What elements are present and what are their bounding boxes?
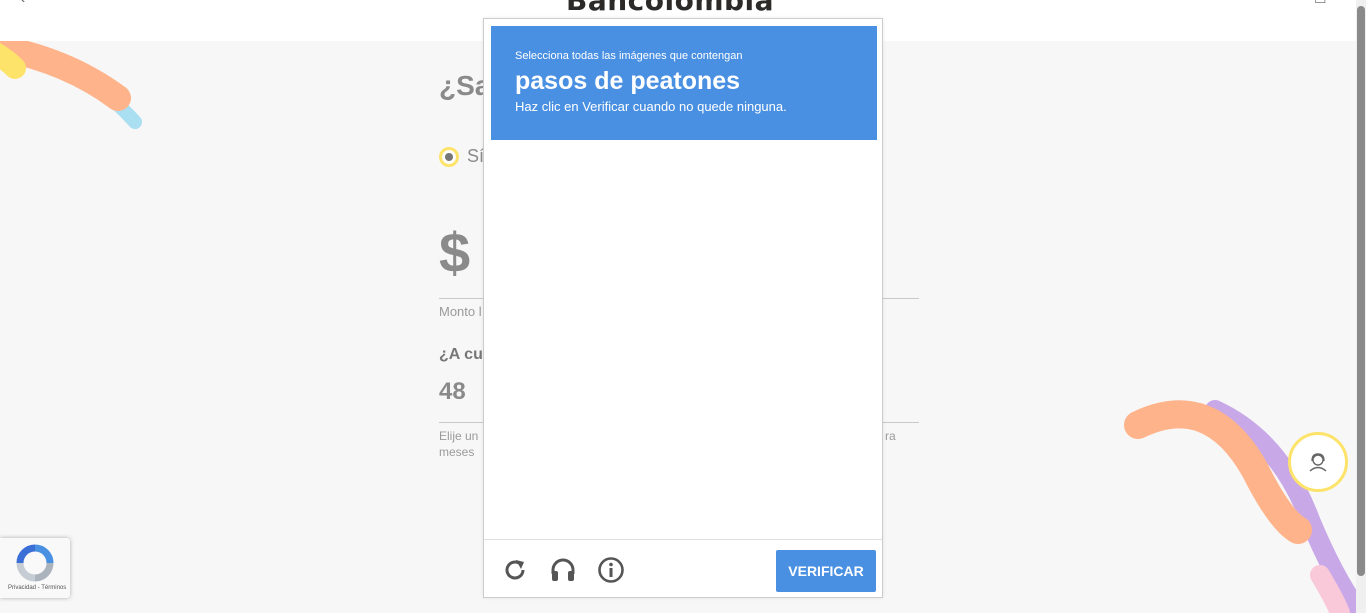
agent-icon <box>1309 453 1327 472</box>
menu-icon[interactable]: ☐ <box>1314 0 1327 7</box>
radio-yes-label: Sí <box>467 146 485 166</box>
challenge-instruction: Selecciona todas las imágenes que conten… <box>515 50 743 62</box>
challenge-sub-instruction: Haz clic en Verificar cuando no quede ni… <box>515 99 787 114</box>
captcha-challenge: Selecciona todas las imágenes que conten… <box>483 18 883 598</box>
challenge-header: Selecciona todas las imágenes que conten… <box>491 26 877 140</box>
chevron-left-icon[interactable]: ‹ <box>20 0 25 8</box>
page-scrollbar[interactable] <box>1356 0 1366 613</box>
term-hint-line1: Elije un <box>439 429 479 443</box>
term-value[interactable]: 48 <box>439 378 466 406</box>
chat-assistant-button[interactable] <box>1288 432 1348 492</box>
verify-button[interactable]: VERIFICAR <box>776 550 876 592</box>
term-hint-line1-end: ra <box>885 429 896 443</box>
audio-icon[interactable] <box>549 556 577 584</box>
recaptcha-logo-icon <box>16 544 54 582</box>
brand-logo[interactable]: Bancolombia <box>566 0 774 17</box>
radio-yes[interactable] <box>439 147 459 167</box>
reload-icon[interactable] <box>501 556 529 584</box>
info-icon[interactable] <box>597 556 625 584</box>
scrollbar-thumb[interactable] <box>1357 6 1365 576</box>
challenge-target: pasos de peatones <box>515 67 741 95</box>
challenge-image-grid[interactable] <box>484 140 882 540</box>
term-hint-line2: meses <box>439 445 475 459</box>
amount-label: Monto l <box>439 304 482 319</box>
recaptcha-badge[interactable]: Privacidad - Términos <box>0 538 70 598</box>
recaptcha-privacy-link[interactable]: Privacidad - Términos <box>8 585 66 591</box>
challenge-footer: VERIFICAR <box>484 539 882 597</box>
